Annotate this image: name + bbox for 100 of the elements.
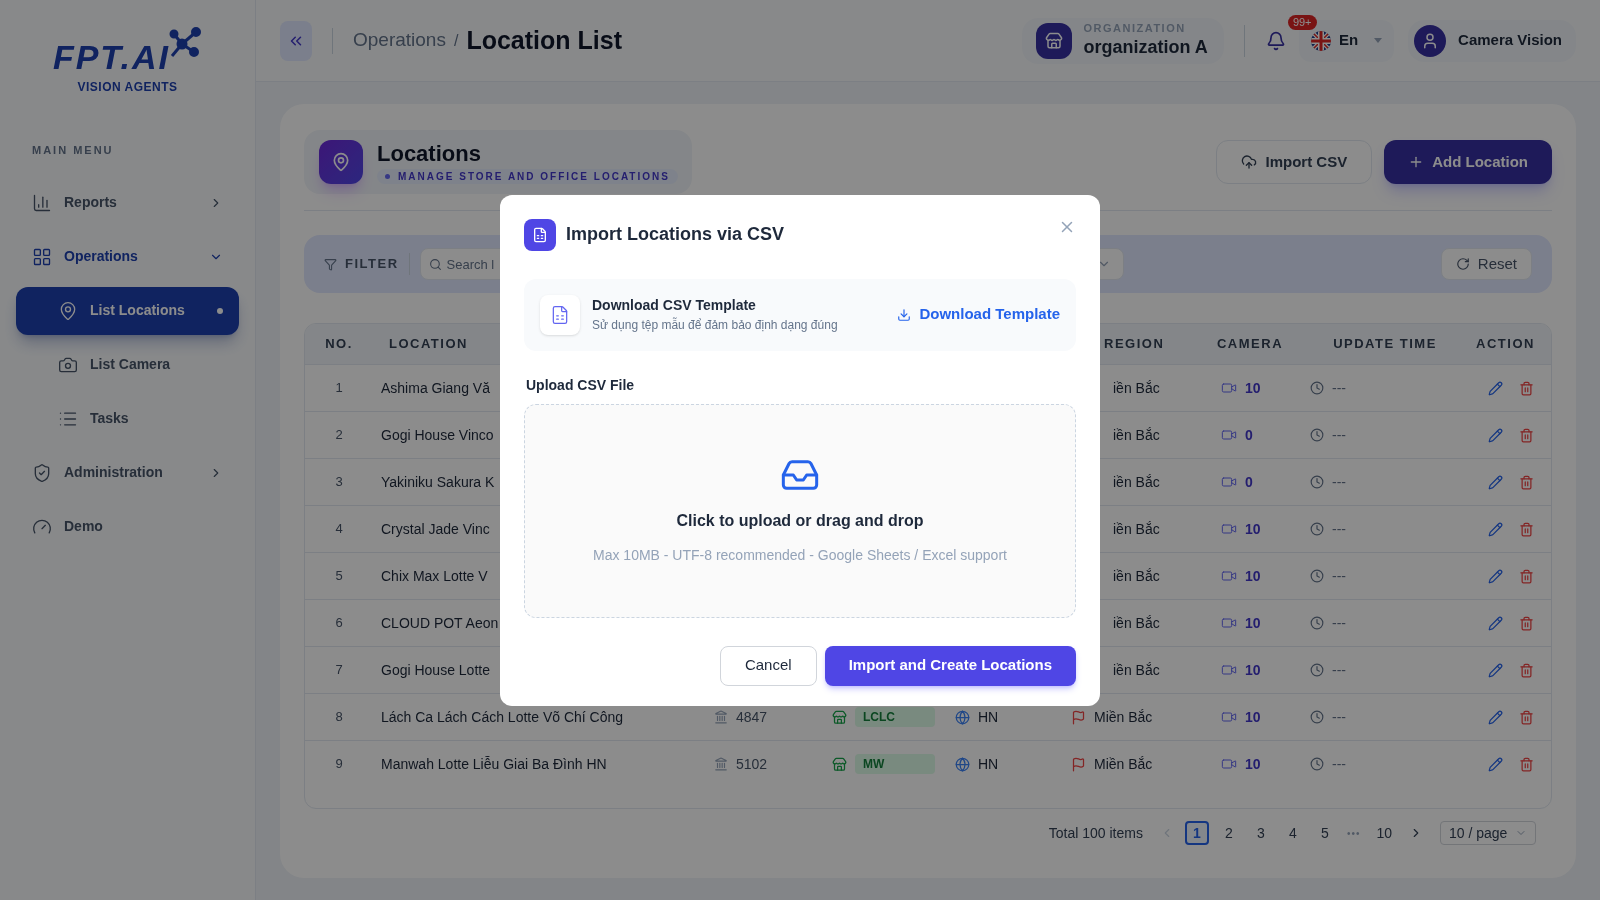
location-name: Chix Max Lotte V [381, 566, 488, 586]
video-camera-icon [1221, 427, 1237, 443]
map-pin-icon [58, 300, 78, 321]
region-text: Miền Bắc [1094, 707, 1153, 727]
reset-icon [1455, 257, 1470, 271]
delete-button[interactable] [1519, 662, 1534, 678]
camera-count: 0 [1245, 425, 1253, 445]
cancel-button[interactable]: Cancel [719, 645, 817, 686]
edit-button[interactable] [1488, 568, 1503, 584]
menu-section-label: MAIN MENU [31, 143, 115, 158]
page-button[interactable]: 4 [1280, 821, 1305, 845]
import-csv-button[interactable]: Import CSV [1216, 140, 1373, 184]
sidebar-item[interactable]: Operations [16, 232, 239, 281]
clock-icon [1310, 757, 1324, 771]
camera-count: 10 [1245, 660, 1261, 680]
camera-count: 10 [1245, 707, 1261, 727]
filter-label: FILTER [345, 255, 399, 274]
user-menu[interactable]: Camera Vision [1408, 19, 1576, 62]
camera-count: 0 [1245, 472, 1253, 492]
region-text: iền Bắc [1112, 378, 1160, 398]
video-camera-icon [1221, 568, 1237, 584]
delete-button[interactable] [1519, 474, 1534, 490]
row-number: 9 [335, 755, 343, 774]
delete-button[interactable] [1519, 709, 1534, 725]
delete-button[interactable] [1519, 380, 1534, 396]
pencil-icon [1488, 427, 1503, 443]
page-button[interactable]: 10 [1370, 821, 1398, 845]
region-text: Miền Bắc [1094, 754, 1153, 774]
edit-button[interactable] [1488, 709, 1503, 725]
edit-button[interactable] [1488, 662, 1503, 678]
edit-button[interactable] [1488, 427, 1503, 443]
page-button[interactable]: 3 [1248, 821, 1273, 845]
location-name: CLOUD POT Aeon [381, 613, 499, 633]
pencil-icon [1488, 756, 1503, 772]
delete-button[interactable] [1519, 521, 1534, 537]
sidebar-subitem[interactable]: Tasks [16, 394, 239, 443]
building-icon [714, 710, 728, 724]
page-button[interactable]: 5 [1312, 821, 1337, 845]
add-location-button[interactable]: Add Location [1384, 140, 1552, 184]
delete-button[interactable] [1519, 568, 1534, 584]
row-number: 3 [335, 473, 343, 492]
region-text: iền Bắc [1112, 613, 1160, 633]
edit-button[interactable] [1488, 615, 1503, 631]
edit-button[interactable] [1488, 474, 1503, 490]
column-header: UPDATE TIME [1333, 335, 1437, 354]
camera-count: 10 [1245, 613, 1261, 633]
collapse-button[interactable] [280, 20, 312, 61]
sidebar-subitem[interactable]: List Camera [16, 340, 239, 389]
location-name: Manwah Lotte Liễu Giai Ba Đình HN [381, 754, 607, 774]
globe-icon [955, 756, 970, 772]
edit-button[interactable] [1488, 521, 1503, 537]
filter-icon [324, 257, 337, 271]
breadcrumb-link[interactable]: Operations [353, 26, 446, 55]
sidebar-subitem[interactable]: List Locations [16, 286, 239, 335]
search-icon [428, 258, 442, 271]
row-number: 1 [335, 379, 343, 398]
update-time: --- [1332, 707, 1346, 727]
camera-count: 10 [1245, 519, 1261, 539]
video-camera-icon [1221, 474, 1237, 490]
update-time: --- [1332, 472, 1346, 492]
page-button[interactable]: 1 [1184, 821, 1209, 845]
row-number: 7 [335, 661, 343, 680]
import-button[interactable]: Import and Create Locations [824, 645, 1076, 686]
camera-count: 10 [1245, 378, 1261, 398]
row-number: 6 [335, 614, 343, 633]
edit-button[interactable] [1488, 756, 1503, 772]
upload-dropzone[interactable]: Click to upload or drag and drop Max 10MB - UTF-8 recommended - Google Sheets / Excel support [524, 403, 1076, 618]
pencil-icon [1488, 380, 1503, 396]
upload-prompt: Click to upload or drag and drop [676, 511, 924, 531]
sidebar-item[interactable]: Demo [16, 502, 239, 551]
location-name: Gogi House Vinco [381, 425, 494, 445]
bell-icon [1265, 30, 1286, 51]
delete-button[interactable] [1519, 615, 1534, 631]
pencil-icon [1488, 662, 1503, 678]
column-header: NO. [325, 335, 353, 354]
edit-button[interactable] [1488, 380, 1503, 396]
sidebar-item[interactable]: Reports [16, 178, 239, 227]
flag-icon [1071, 709, 1086, 725]
camera-count: 10 [1245, 566, 1261, 586]
pencil-icon [1488, 709, 1503, 725]
reset-button[interactable]: Reset [1440, 248, 1532, 280]
template-title: Download CSV Template [592, 296, 757, 315]
pencil-icon [1488, 521, 1503, 537]
location-name: Gogi House Lotte [381, 660, 490, 680]
upload-label: Upload CSV File [526, 375, 636, 395]
location-code: 4847 [736, 707, 768, 727]
building-icon [714, 757, 728, 771]
delete-button[interactable] [1519, 427, 1534, 443]
delete-button[interactable] [1519, 756, 1534, 772]
sidebar-item[interactable]: Administration [16, 448, 239, 497]
page-button[interactable]: 2 [1216, 821, 1241, 845]
clock-icon [1310, 428, 1324, 442]
clock-icon [1310, 522, 1324, 536]
video-camera-icon [1221, 662, 1237, 678]
update-time: --- [1332, 378, 1346, 398]
update-time: --- [1332, 613, 1346, 633]
page-size-select[interactable]: 10 / page [1440, 821, 1536, 845]
notification-badge: 99+ [1287, 14, 1317, 30]
download-template-link[interactable]: Download Template [897, 303, 1060, 326]
update-time: --- [1332, 660, 1346, 680]
